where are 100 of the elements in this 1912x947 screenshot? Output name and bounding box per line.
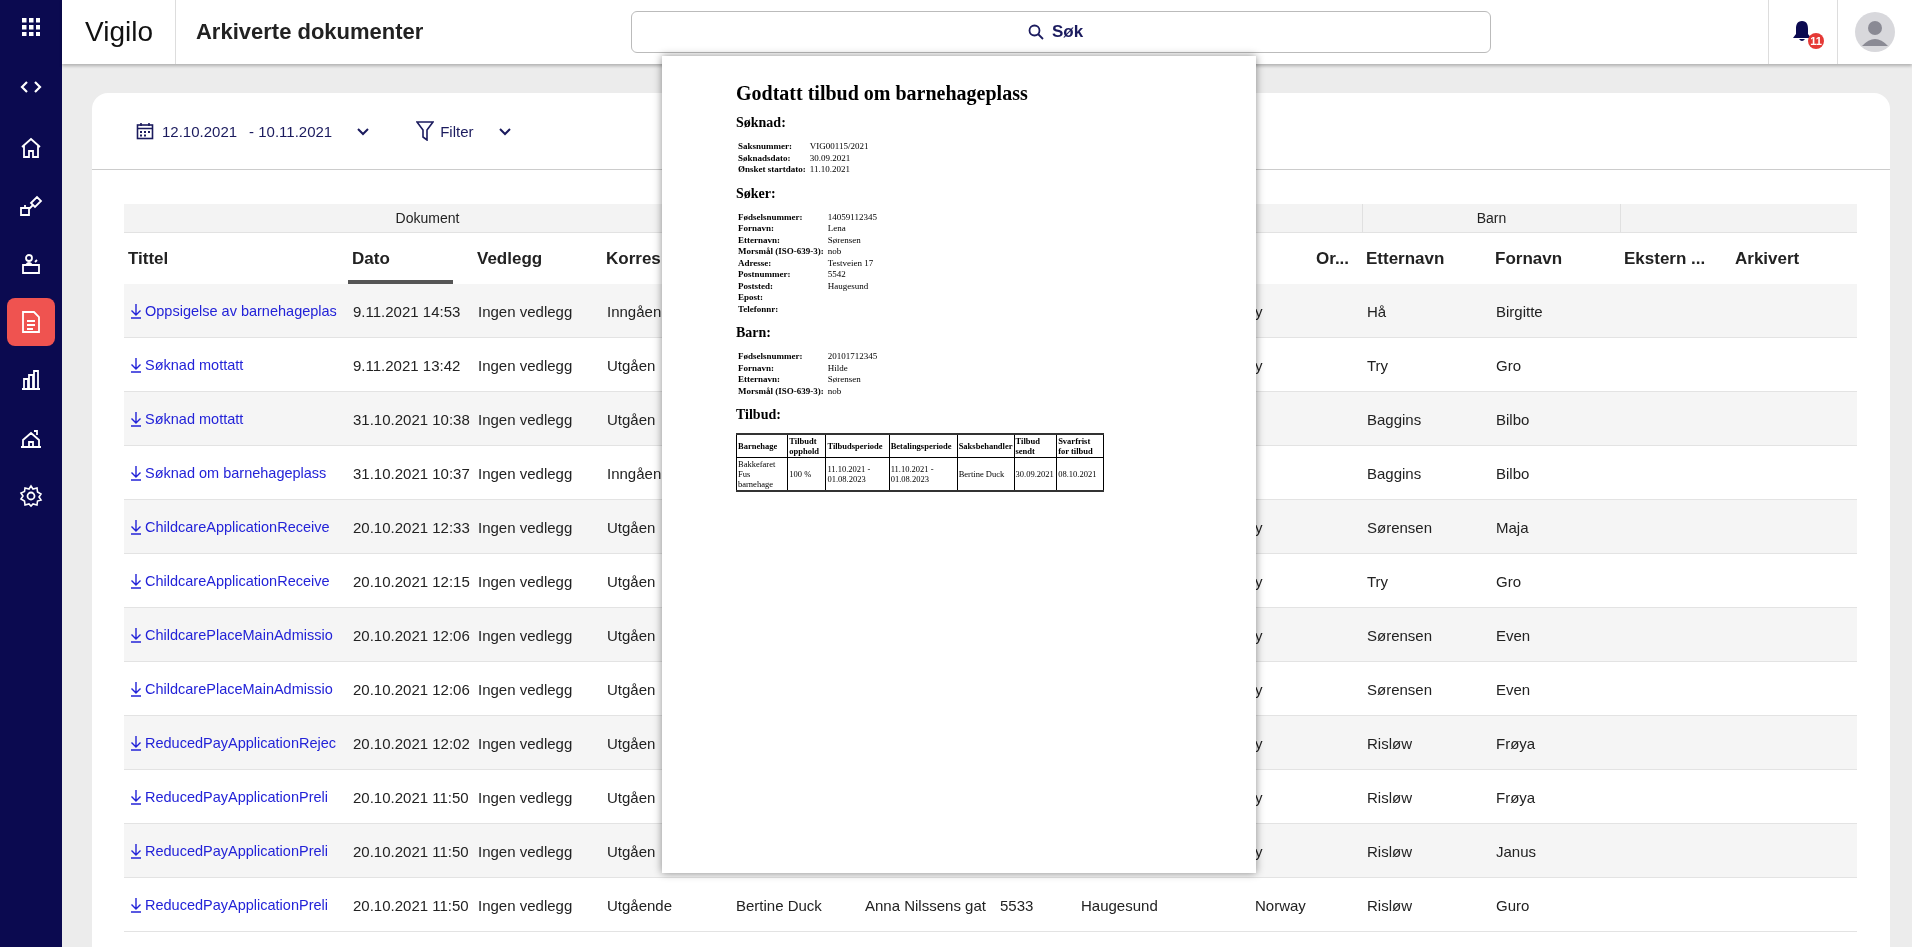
field-label: Etternavn:	[738, 234, 781, 246]
field-label: Epost:	[738, 292, 764, 304]
field-value: nob	[827, 385, 843, 397]
chevron-down-icon[interactable]	[356, 126, 371, 136]
home-icon	[20, 137, 42, 159]
table-cell-text: Birgitte	[1495, 302, 1544, 320]
download-icon	[130, 519, 142, 535]
document-link[interactable]: ChildcarePlaceMainAdmissio	[124, 681, 338, 697]
table-cell-text: Risløw	[1366, 896, 1413, 914]
table-cell-text: Risløw	[1366, 734, 1413, 752]
table-cell-text: Ingen vedlegg	[477, 626, 574, 644]
table-cell-text: Inngåen	[606, 464, 663, 482]
column-header[interactable]: Etternavn	[1362, 233, 1445, 284]
apps-grid-icon[interactable]	[22, 18, 40, 36]
column-header[interactable]: Arkivert	[1731, 233, 1800, 284]
table-cell-text: Haugesund	[1080, 896, 1159, 914]
column-header[interactable]: Tittel	[124, 233, 169, 284]
section-heading: Søker:	[736, 185, 777, 202]
field-label: Morsmål (ISO-639-3):	[738, 246, 824, 258]
field-label: Fornavn:	[738, 223, 775, 235]
table-cell-text: 20.10.2021 11:50	[352, 896, 470, 914]
document-link[interactable]: ReducedPayApplicationPreli	[124, 843, 333, 859]
download-icon	[130, 357, 142, 373]
document-link[interactable]: ChildcareApplicationReceive	[124, 519, 335, 535]
field-label: Fødselsnummer:	[738, 351, 804, 363]
field-value: 30.09.2021	[809, 152, 852, 164]
field-label: Postnummer:	[738, 269, 792, 281]
table-cell-text: 20.10.2021 12:02	[352, 734, 471, 752]
filter-button[interactable]: Filter	[434, 122, 474, 140]
table-cell-text: Try	[1366, 572, 1390, 590]
table-cell: Bertine Duck	[957, 457, 1014, 491]
table-cell-text: Sørensen	[1366, 680, 1434, 698]
field-label: Søknadsdato:	[738, 152, 792, 164]
table-cell-text: Ingen vedlegg	[477, 572, 574, 590]
field-value: Sørensen	[827, 374, 862, 386]
nav-item[interactable]	[7, 298, 55, 346]
table-cell-text: Utgåen	[606, 572, 657, 590]
column-header[interactable]: Fornavn	[1491, 233, 1563, 284]
document-link[interactable]: ChildcarePlaceMainAdmissio	[124, 627, 338, 643]
document-link[interactable]: Søknad mottatt	[124, 357, 249, 373]
table-cell-text: Ingen vedlegg	[477, 734, 574, 752]
table-cell-text: 20.10.2021 12:06	[352, 680, 471, 698]
table-cell-text: Baggins	[1366, 410, 1423, 428]
document-link[interactable]: Oppsigelse av barnehageplas	[124, 303, 342, 319]
field-value: Hilde	[827, 362, 849, 374]
table-cell-text: Utgåen	[606, 788, 657, 806]
table-header-cell: Barnehage	[736, 434, 788, 458]
date-from[interactable]: 12.10.2021	[162, 122, 238, 140]
table-cell-text: Norway	[1254, 896, 1307, 914]
table-cell-text: Baggins	[1366, 464, 1423, 482]
document-link[interactable]: ReducedPayApplicationPreli	[124, 897, 333, 913]
group-header: Barn	[1362, 204, 1620, 233]
column-header[interactable]: Or...	[1312, 233, 1350, 284]
chevron-down-icon[interactable]	[497, 126, 512, 136]
table-cell-text: Risløw	[1366, 842, 1413, 860]
avatar[interactable]	[1855, 12, 1895, 52]
table-cell-text: Ingen vedlegg	[477, 842, 574, 860]
settings-icon	[19, 484, 43, 508]
document-link[interactable]: Søknad mottatt	[124, 411, 249, 427]
date-to[interactable]: - 10.11.2021	[249, 122, 333, 140]
person-desk-icon	[20, 253, 42, 275]
table-cell-text: Utgåen	[606, 734, 657, 752]
document-link[interactable]: ReducedPayApplicationPreli	[124, 789, 333, 805]
document-link[interactable]: Søknad om barnehageplass	[124, 465, 332, 481]
table-cell-text: 31.10.2021 10:38	[352, 410, 471, 428]
download-icon	[130, 627, 142, 643]
table-cell-text: Maja	[1495, 518, 1530, 536]
search-icon	[1028, 24, 1044, 40]
table-cell-text: Sørensen	[1366, 626, 1434, 644]
table-cell-text: Ingen vedlegg	[477, 680, 574, 698]
column-header[interactable]: Dato	[348, 233, 453, 284]
table-cell-text: Frøya	[1495, 734, 1537, 752]
table-cell-text: Utgåen	[606, 518, 657, 536]
table-cell-text: 5533	[999, 896, 1035, 914]
table-cell-text: Ingen vedlegg	[477, 410, 574, 428]
calendar-icon	[136, 122, 154, 140]
download-icon	[130, 843, 142, 859]
field-value: Haugesund	[827, 280, 870, 292]
expand-toggle-icon[interactable]	[20, 80, 42, 94]
section-heading: Barn:	[736, 325, 772, 341]
field-label: Ønsket startdato:	[738, 164, 806, 176]
table-cell-text: Bilbo	[1495, 410, 1531, 428]
table-cell-text: 9.11.2021 14:53	[352, 302, 462, 320]
table-cell-text: Ingen vedlegg	[477, 788, 574, 806]
table-cell-text: Ingen vedlegg	[477, 518, 574, 536]
table-header-cell: Tilbudt opphold	[787, 434, 826, 458]
filter-icon	[416, 121, 435, 141]
column-header[interactable]: Vedlegg	[473, 233, 543, 284]
column-header[interactable]: Korres	[602, 233, 661, 284]
table-cell: 11.10.2021 - 01.08.2023	[825, 457, 890, 491]
table-cell-text: Utgåen	[606, 680, 657, 698]
table-cell-text: Risløw	[1366, 788, 1413, 806]
document-link[interactable]: ReducedPayApplicationRejec	[124, 735, 342, 751]
document-link[interactable]: ChildcareApplicationReceive	[124, 573, 335, 589]
search-field[interactable]: Søk	[631, 11, 1491, 53]
table-cell-text: Gro	[1495, 356, 1522, 374]
table-cell-text: Utgåen	[606, 356, 657, 374]
table-cell-text: Bertine Duck	[735, 896, 823, 914]
column-header[interactable]: Ekstern ...	[1620, 233, 1706, 284]
table-cell-text: 20.10.2021 12:15	[352, 572, 471, 590]
